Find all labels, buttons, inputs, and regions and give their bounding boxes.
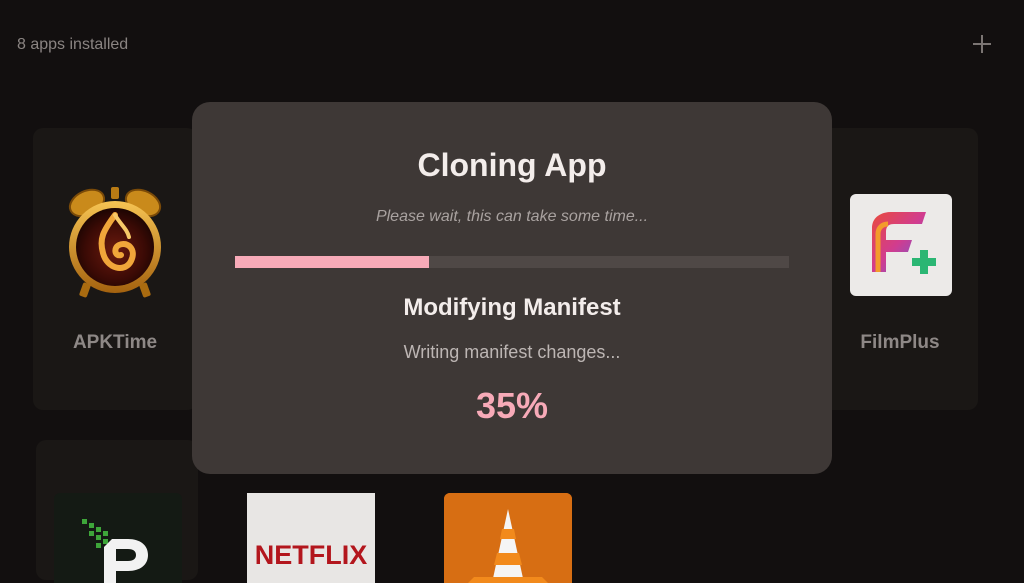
- progress-bar: [235, 256, 789, 268]
- step-title: Modifying Manifest: [403, 294, 621, 321]
- dialog-subtitle: Please wait, this can take some time...: [375, 208, 649, 225]
- progress-bar-fill: [235, 256, 429, 268]
- step-detail: Writing manifest changes...: [403, 342, 621, 362]
- progress-percent: 35%: [475, 385, 549, 426]
- dialog-title: Cloning App: [417, 147, 607, 183]
- cloning-dialog: Cloning App Please wait, this can take s…: [192, 102, 832, 474]
